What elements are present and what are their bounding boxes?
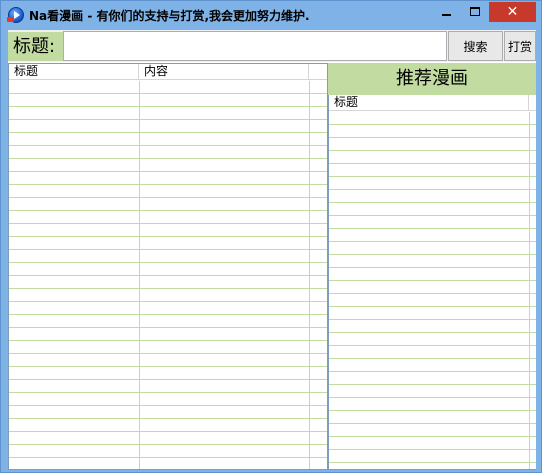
recommended-rows [329, 112, 536, 469]
column-divider [529, 112, 530, 469]
title-bar[interactable]: Na看漫画 - 有你们的支持与打赏,我会更加努力维护. ✕ [1, 1, 541, 29]
minimize-icon [442, 14, 451, 16]
column-header-content[interactable]: 内容 [139, 64, 309, 80]
app-window: Na看漫画 - 有你们的支持与打赏,我会更加努力维护. ✕ 标题: 搜索 打赏 … [0, 0, 542, 473]
column-header-title[interactable]: 标题 [9, 64, 139, 80]
search-button[interactable]: 搜索 [448, 31, 503, 61]
title-search-input[interactable] [63, 31, 447, 61]
maximize-button[interactable] [462, 2, 489, 22]
app-play-icon [7, 7, 24, 23]
results-list-header: 标题 内容 [9, 64, 327, 80]
close-icon: ✕ [506, 4, 519, 20]
recommended-list[interactable]: 标题 [328, 95, 536, 470]
window-title: Na看漫画 - 有你们的支持与打赏,我会更加努力维护. [29, 9, 310, 23]
close-button[interactable]: ✕ [489, 2, 536, 22]
recommended-header: 推荐漫画 [328, 63, 536, 95]
title-label: 标题: [8, 32, 63, 61]
results-rows [9, 81, 327, 469]
column-divider [309, 81, 310, 469]
results-list[interactable]: 标题 内容 [8, 63, 328, 470]
column-header-title[interactable]: 标题 [329, 95, 529, 111]
client-area: 标题: 搜索 打赏 标题 内容 推荐漫画 标题 [8, 30, 536, 470]
maximize-icon [470, 7, 480, 16]
donate-button[interactable]: 打赏 [504, 31, 536, 61]
minimize-button[interactable] [433, 2, 461, 22]
column-divider [139, 81, 140, 469]
recommended-list-header: 标题 [329, 95, 536, 111]
recommended-panel: 推荐漫画 标题 [328, 63, 536, 470]
search-bar: 标题: 搜索 打赏 [8, 30, 536, 62]
